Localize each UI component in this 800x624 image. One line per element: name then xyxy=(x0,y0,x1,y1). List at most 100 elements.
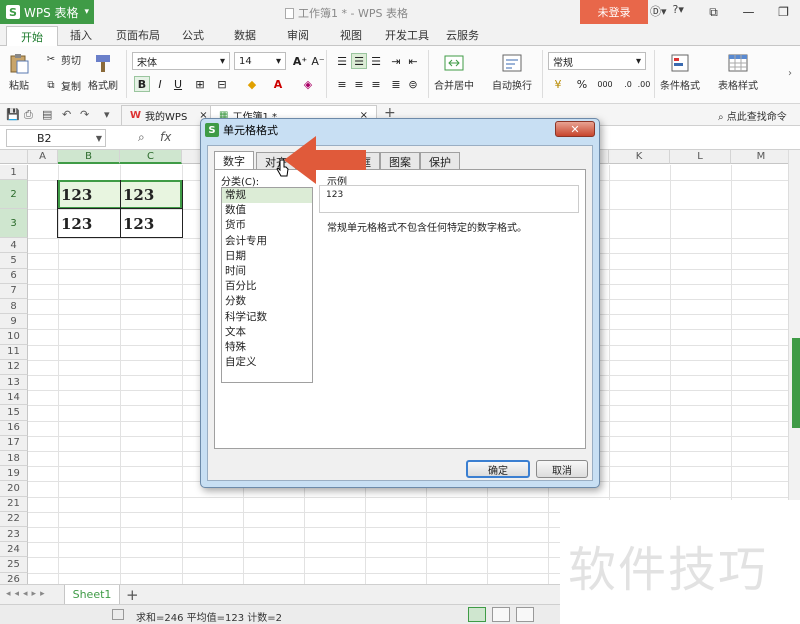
column-header[interactable]: K xyxy=(609,150,670,164)
row-header[interactable]: 5 xyxy=(0,253,28,269)
tab-pattern[interactable]: 图案 xyxy=(380,152,420,169)
category-fraction[interactable]: 分数 xyxy=(222,294,312,309)
row-header[interactable]: 3 xyxy=(0,209,28,239)
justify-icon[interactable]: ≣ xyxy=(388,76,404,92)
category-percentage[interactable]: 百分比 xyxy=(222,279,312,294)
print-icon[interactable]: ⎙ xyxy=(24,108,33,122)
row-header[interactable]: 17 xyxy=(0,435,28,451)
tab-developer[interactable]: 开发工具 xyxy=(385,27,429,43)
cell-b2[interactable]: 123 xyxy=(58,181,120,209)
tab-formulas[interactable]: 公式 xyxy=(182,27,204,43)
border-icon[interactable]: ⊞ xyxy=(192,76,208,92)
maximize-icon[interactable]: ❐ xyxy=(766,0,800,24)
category-currency[interactable]: 货币 xyxy=(222,218,312,233)
add-sheet-icon[interactable]: + xyxy=(126,586,139,604)
row-header[interactable]: 13 xyxy=(0,375,28,391)
redo-icon[interactable]: ↷ xyxy=(80,108,89,121)
conditional-format-button[interactable]: 条件格式 xyxy=(660,52,700,92)
row-header[interactable]: 24 xyxy=(0,542,28,558)
row-header[interactable]: 16 xyxy=(0,420,28,436)
row-header[interactable]: 22 xyxy=(0,511,28,527)
column-header[interactable]: B xyxy=(58,150,120,164)
category-time[interactable]: 时间 xyxy=(222,264,312,279)
row-header[interactable]: 20 xyxy=(0,481,28,497)
category-date[interactable]: 日期 xyxy=(222,249,312,264)
currency-icon[interactable]: ¥ xyxy=(550,76,566,92)
row-header[interactable]: 21 xyxy=(0,496,28,512)
cell-c2[interactable]: 123 xyxy=(120,181,182,209)
tab-protection[interactable]: 保护 xyxy=(420,152,460,169)
row-header[interactable]: 19 xyxy=(0,466,28,482)
category-general[interactable]: 常规 xyxy=(222,188,312,204)
decimal-decrease-icon[interactable]: .00 xyxy=(636,76,652,92)
cell-b3[interactable]: 123 xyxy=(58,209,120,238)
row-header[interactable]: 9 xyxy=(0,314,28,330)
row-header[interactable]: 2 xyxy=(0,180,28,210)
column-header[interactable]: L xyxy=(670,150,731,164)
category-scientific[interactable]: 科学记数 xyxy=(222,310,312,325)
font-size-select[interactable]: 14 ▾ xyxy=(234,52,286,70)
save-icon[interactable]: 💾 xyxy=(6,108,20,121)
wrap-text-button[interactable]: 自动换行 xyxy=(492,52,532,92)
row-header[interactable]: 14 xyxy=(0,390,28,406)
decimal-increase-icon[interactable]: .0 xyxy=(620,76,636,92)
tab-data[interactable]: 数据 xyxy=(234,27,256,43)
customize-icon[interactable]: ▾ xyxy=(104,108,110,121)
tab-cloud[interactable]: 云服务 xyxy=(446,27,479,43)
row-header[interactable]: 11 xyxy=(0,344,28,360)
comma-button[interactable]: 000 xyxy=(594,76,616,92)
increase-font-icon[interactable]: A⁺ xyxy=(292,53,308,69)
outdent-icon[interactable]: ⇤ xyxy=(405,53,421,69)
category-special[interactable]: 特殊 xyxy=(222,340,312,355)
tab-insert[interactable]: 插入 xyxy=(70,27,92,43)
tab-review[interactable]: 审阅 xyxy=(287,27,309,43)
fx-icon[interactable]: fx xyxy=(160,130,171,144)
category-accounting[interactable]: 会计专用 xyxy=(222,234,312,249)
category-text[interactable]: 文本 xyxy=(222,325,312,340)
ribbon-scroll-icon[interactable]: › xyxy=(788,68,792,79)
column-header[interactable]: M xyxy=(731,150,792,164)
app-menu-button[interactable]: S WPS 表格 ▾ xyxy=(0,0,94,24)
font-name-select[interactable]: 宋体 ▾ xyxy=(132,52,230,70)
cut-button[interactable]: ✂ 剪切 xyxy=(44,52,81,67)
fill-color-icon[interactable]: ◆ xyxy=(244,76,260,92)
command-search[interactable]: ⌕ 点此查找命令 xyxy=(718,108,787,123)
normal-view-icon[interactable] xyxy=(468,607,486,622)
row-header[interactable]: 12 xyxy=(0,359,28,375)
dialog-close-button[interactable]: ✕ xyxy=(555,121,595,137)
cell-c3[interactable]: 123 xyxy=(120,209,182,238)
tab-page-layout[interactable]: 页面布局 xyxy=(116,27,160,43)
ok-button[interactable]: 确定 xyxy=(466,460,530,478)
sheet-nav-arrows-icon[interactable]: ◂◂◂▸▸ xyxy=(6,589,49,599)
row-header[interactable]: 15 xyxy=(0,405,28,421)
row-header[interactable]: 23 xyxy=(0,527,28,543)
minimize-icon[interactable]: — xyxy=(731,0,766,24)
category-custom[interactable]: 自定义 xyxy=(222,355,312,370)
category-list[interactable]: 常规 数值 货币 会计专用 日期 时间 百分比 分数 科学记数 文本 特殊 自定… xyxy=(221,187,313,383)
zoom-search-icon[interactable]: ⌕ xyxy=(138,130,145,145)
align-right-icon[interactable]: ≡ xyxy=(368,76,384,92)
merge-small-icon[interactable]: ⊟ xyxy=(214,76,230,92)
merge-center-button[interactable]: 合并居中 xyxy=(434,52,474,92)
skin-icon[interactable]: Ⓓ▾ xyxy=(650,3,667,19)
italic-button[interactable]: I xyxy=(152,76,168,92)
cancel-button[interactable]: 取消 xyxy=(536,460,588,478)
print-preview-icon[interactable]: ▤ xyxy=(42,108,52,121)
copy-button[interactable]: ⧉ 复制 xyxy=(44,78,81,93)
tab-home[interactable]: 开始 xyxy=(6,26,58,46)
login-button[interactable]: 未登录 xyxy=(580,0,648,24)
row-header[interactable]: 7 xyxy=(0,283,28,299)
name-box[interactable]: B2 ▼ xyxy=(6,129,106,147)
undo-icon[interactable]: ↶ xyxy=(62,108,71,121)
sheet-tab-sheet1[interactable]: Sheet1 xyxy=(64,585,120,605)
align-center-icon[interactable]: ≡ xyxy=(351,76,367,92)
decrease-font-icon[interactable]: A⁻ xyxy=(310,53,326,69)
corner-select[interactable] xyxy=(0,150,28,164)
row-header[interactable]: 8 xyxy=(0,299,28,315)
align-left-icon[interactable]: ≡ xyxy=(334,76,350,92)
help-icon[interactable]: ?▾ xyxy=(673,3,684,19)
clear-format-icon[interactable]: ◈ xyxy=(300,76,316,92)
table-style-button[interactable]: 表格样式 xyxy=(718,52,758,92)
format-painter-button[interactable]: 格式刷 xyxy=(88,52,118,92)
row-header[interactable]: 10 xyxy=(0,329,28,345)
